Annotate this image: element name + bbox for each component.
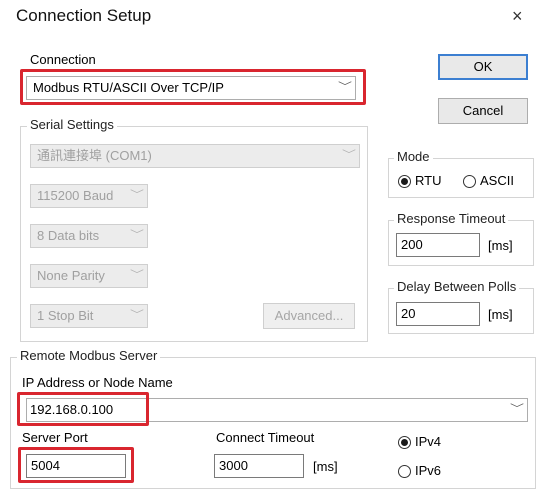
connect-timeout-unit: [ms]	[313, 459, 338, 474]
connection-select[interactable]: Modbus RTU/ASCII Over TCP/IP ﹀	[26, 76, 356, 100]
com-port-select[interactable]: 通訊連接埠 (COM1) ﹀	[30, 144, 360, 168]
connection-label: Connection	[30, 52, 96, 67]
data-bits-select[interactable]: 8 Data bits ﹀	[30, 224, 148, 248]
com-port-value: 通訊連接埠 (COM1)	[37, 148, 152, 163]
chevron-down-icon: ﹀	[130, 270, 144, 281]
stop-bits-select[interactable]: 1 Stop Bit ﹀	[30, 304, 148, 328]
mode-rtu-label: RTU	[415, 173, 442, 188]
ip-address-value: 192.168.0.100	[30, 402, 114, 417]
baud-select[interactable]: 115200 Baud ﹀	[30, 184, 148, 208]
serial-settings-label: Serial Settings	[27, 117, 117, 132]
data-bits-value: 8 Data bits	[37, 228, 100, 243]
ip-address-combo[interactable]: 192.168.0.100 ﹀	[26, 398, 528, 422]
ipv6-label: IPv6	[415, 463, 442, 478]
chevron-down-icon: ﹀	[342, 150, 356, 161]
chevron-down-icon: ﹀	[130, 190, 144, 201]
response-timeout-input[interactable]: 200	[396, 233, 480, 257]
mode-ascii-radio[interactable]	[463, 175, 476, 188]
chevron-down-icon: ﹀	[510, 404, 524, 415]
response-timeout-unit: [ms]	[488, 238, 513, 253]
chevron-down-icon: ﹀	[338, 82, 352, 93]
mode-label: Mode	[394, 149, 433, 164]
chevron-down-icon: ﹀	[130, 310, 144, 321]
mode-rtu-radio[interactable]	[398, 175, 411, 188]
response-timeout-label: Response Timeout	[394, 211, 509, 226]
ipv6-radio[interactable]	[398, 465, 411, 478]
close-icon[interactable]: ×	[512, 6, 523, 27]
server-port-input[interactable]: 5004	[26, 454, 126, 478]
baud-value: 115200 Baud	[37, 188, 114, 203]
stop-bits-value: 1 Stop Bit	[37, 308, 94, 323]
ipv4-radio[interactable]	[398, 436, 411, 449]
cancel-button[interactable]: Cancel	[438, 98, 528, 124]
parity-select[interactable]: None Parity ﹀	[30, 264, 148, 288]
parity-value: None Parity	[37, 268, 105, 283]
mode-ascii-label: ASCII	[480, 173, 514, 188]
advanced-button[interactable]: Advanced...	[263, 303, 355, 329]
ip-address-label: IP Address or Node Name	[22, 375, 173, 390]
server-port-label: Server Port	[22, 430, 88, 445]
ipv4-label: IPv4	[415, 434, 442, 449]
delay-polls-input[interactable]: 20	[396, 302, 480, 326]
connect-timeout-input[interactable]: 3000	[214, 454, 304, 478]
delay-polls-unit: [ms]	[488, 307, 513, 322]
window-title: Connection Setup	[16, 6, 152, 25]
connect-timeout-label: Connect Timeout	[216, 430, 315, 445]
remote-server-label: Remote Modbus Server	[17, 348, 161, 363]
connection-select-value: Modbus RTU/ASCII Over TCP/IP	[33, 80, 224, 95]
ok-button[interactable]: OK	[438, 54, 528, 80]
chevron-down-icon: ﹀	[130, 230, 144, 241]
delay-polls-label: Delay Between Polls	[394, 279, 520, 294]
